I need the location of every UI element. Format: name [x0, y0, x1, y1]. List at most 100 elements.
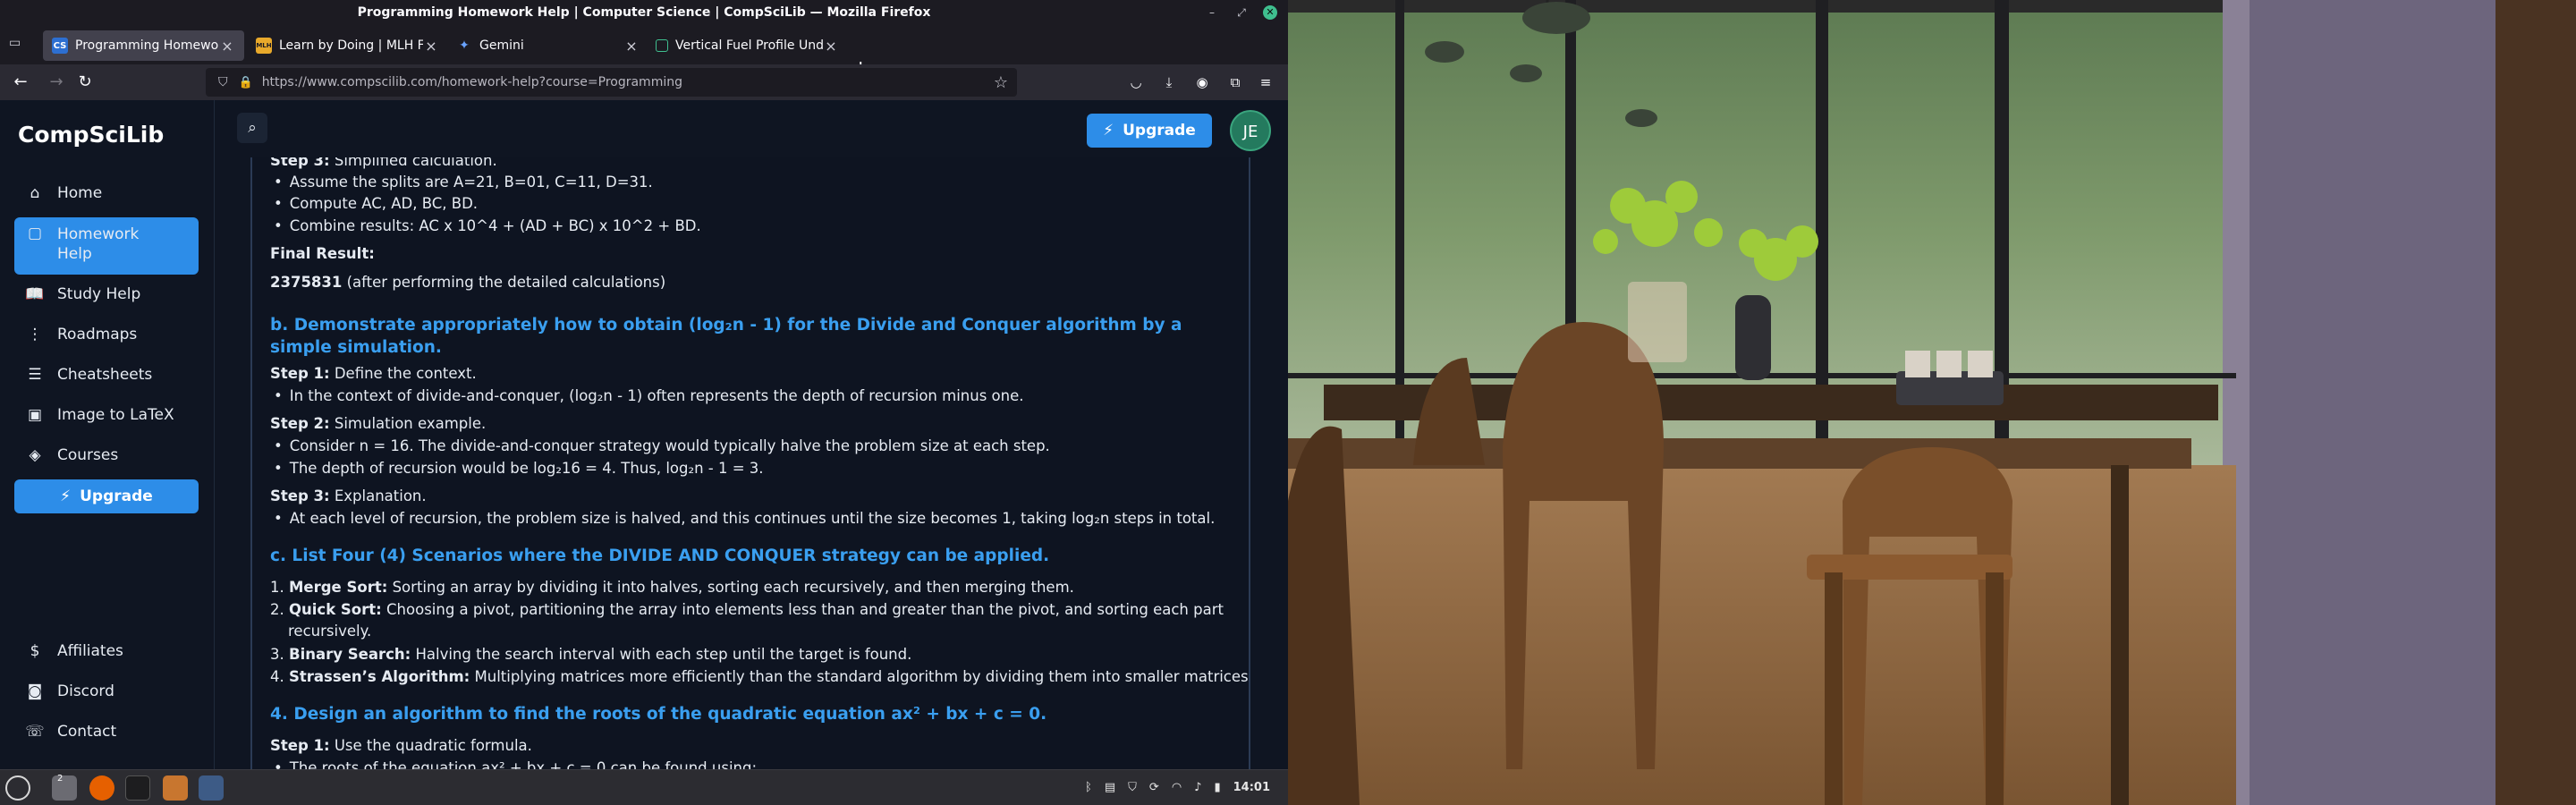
bullet-item: Consider n = 16. The divide-and-conquer …	[270, 437, 1050, 454]
menu-icon[interactable]: ≡	[1257, 73, 1275, 91]
tab-programming-homework[interactable]: CS Programming Homework H ×	[43, 30, 244, 61]
desktop-wallpaper	[1288, 0, 2576, 805]
dollar-icon: $	[30, 642, 40, 660]
sidebar-item-home[interactable]: ⌂ Home	[14, 175, 199, 211]
bullet-item: At each level of recursion, the problem …	[270, 510, 1216, 527]
extensions-icon[interactable]: ⧉	[1226, 73, 1244, 91]
sidebar-upgrade-button[interactable]: ⚡ Upgrade	[14, 479, 199, 513]
clock[interactable]: 14:01	[1233, 781, 1270, 794]
sidebar-item-label: Courses	[57, 446, 119, 464]
shield-icon[interactable]: ⛉	[1128, 781, 1137, 794]
sidebar-item-label: Home	[57, 184, 103, 202]
sidebar-item-label: Discord	[57, 682, 114, 700]
sidebar-item-affiliates[interactable]: $ Affiliates	[14, 633, 199, 669]
volume-icon[interactable]: ♪	[1194, 781, 1201, 794]
terminal-icon[interactable]	[125, 775, 150, 801]
pocket-icon[interactable]: ◡	[1127, 73, 1145, 91]
list-item: 2. Quick Sort: Choosing a pivot, partiti…	[270, 601, 1224, 618]
sidebar-item-label: Cheatsheets	[57, 366, 153, 384]
avatar[interactable]: JE	[1230, 110, 1271, 151]
bookmark-star-icon[interactable]: ☆	[994, 73, 1008, 92]
account-icon[interactable]: ◉	[1193, 73, 1211, 91]
sidebar-item-label: Roadmaps	[57, 326, 138, 343]
sidebar-item-roadmaps[interactable]: ⋮ Roadmaps	[14, 317, 199, 352]
list-item: 3. Binary Search: Halving the search int…	[270, 646, 912, 663]
sidebar-item-label: Affiliates	[57, 642, 123, 660]
window-title: Programming Homework Help | Computer Sci…	[357, 5, 931, 20]
bluetooth-icon[interactable]: ᛒ	[1085, 781, 1092, 794]
tab-label: Vertical Fuel Profile Unders	[675, 38, 823, 53]
url-text[interactable]: https://www.compscilib.com/homework-help…	[262, 75, 994, 89]
tab-gemini[interactable]: ✦ Gemini ×	[447, 30, 648, 61]
list-item: 1. Merge Sort: Sorting an array by divid…	[270, 579, 1074, 596]
bolt-icon: ⚡	[60, 487, 72, 505]
browser-window: Programming Homework Help | Computer Sci…	[0, 0, 1288, 769]
title-bar: Programming Homework Help | Computer Sci…	[0, 0, 1288, 25]
sidebar-item-contact[interactable]: ☏ Contact	[14, 714, 199, 750]
maximize-icon[interactable]: ⤢	[1234, 5, 1249, 20]
tab-vertical-fuel[interactable]: Vertical Fuel Profile Unders ×	[647, 30, 848, 61]
tab-close-icon[interactable]: ×	[623, 38, 640, 55]
section-heading: b. Demonstrate appropriately how to obta…	[270, 316, 1182, 357]
shield-icon[interactable]: ⛉	[218, 75, 228, 89]
clipboard-icon[interactable]: ▤	[1105, 781, 1115, 794]
courses-icon: ◈	[29, 446, 41, 464]
discord-icon: ◙	[27, 682, 43, 700]
sidebar-item-label: Homework Help	[57, 225, 140, 263]
step-line: Step 3: Simplified calculation.	[270, 157, 497, 169]
sidebar-item-discord[interactable]: ◙ Discord	[14, 674, 199, 709]
book-icon: 📖	[25, 285, 45, 303]
logo[interactable]: CompSciLib	[18, 122, 164, 148]
tab-close-icon[interactable]: ×	[219, 38, 235, 55]
bullet-item: The depth of recursion would be log₂16 =…	[270, 460, 764, 477]
sidebar-item-study-help[interactable]: 📖 Study Help	[14, 276, 199, 312]
sidebar-item-label: Image to LaTeX	[57, 406, 174, 424]
compscilib-favicon-icon: CS	[52, 38, 68, 54]
contact-icon: ☏	[25, 723, 45, 741]
back-icon[interactable]: ←	[10, 72, 31, 93]
upgrade-button[interactable]: ⚡ Upgrade	[1087, 114, 1212, 148]
sidebar-item-label: Contact	[57, 723, 117, 741]
cloud-icon[interactable]	[199, 775, 224, 801]
app-icon[interactable]	[163, 775, 188, 801]
wifi-icon[interactable]: ◠	[1172, 781, 1182, 794]
gemini-favicon-icon: ✦	[459, 38, 470, 53]
home-icon: ⌂	[30, 184, 40, 202]
start-menu-icon[interactable]	[5, 775, 30, 801]
sidebar-item-courses[interactable]: ◈ Courses	[14, 437, 199, 473]
search-icon[interactable]: ⌕	[237, 113, 267, 143]
cafe-interior-image	[1288, 0, 2576, 805]
sidebar-item-cheatsheets[interactable]: ☰ Cheatsheets	[14, 357, 199, 393]
tab-close-icon[interactable]: ×	[423, 38, 439, 55]
close-icon[interactable]: ✕	[1263, 5, 1277, 20]
final-result-value: 2375831 (after performing the detailed c…	[270, 274, 666, 291]
files-icon[interactable]: 2	[52, 774, 77, 801]
battery-icon[interactable]: ▮	[1214, 781, 1220, 794]
reload-icon[interactable]: ↻	[74, 72, 96, 93]
sidebar-item-homework-help[interactable]: ▢ Homework Help	[14, 217, 199, 275]
web-page: CompSciLib ⌂ Home ▢ Homework Help 📖 Stud…	[0, 100, 1288, 769]
step-line: Step 3: Explanation.	[270, 487, 427, 504]
tab-list-icon[interactable]: ▭	[9, 36, 27, 54]
tab-close-icon[interactable]: ×	[823, 38, 839, 55]
tab-label: Gemini	[479, 38, 524, 53]
step-line: Step 1: Use the quadratic formula.	[270, 737, 532, 754]
url-bar[interactable]: ⛉ 🔒 https://www.compscilib.com/homework-…	[206, 68, 1017, 97]
minimize-icon[interactable]: –	[1205, 5, 1219, 20]
mlh-favicon-icon: MLH	[256, 38, 272, 54]
bullet-item: In the context of divide-and-conquer, (l…	[270, 387, 1024, 404]
lock-icon[interactable]: 🔒	[239, 76, 253, 89]
forward-icon[interactable]: →	[46, 72, 67, 93]
tab-mlh[interactable]: MLH Learn by Doing | MLH Fello ×	[247, 30, 448, 61]
bullet-item: Combine results: AC x 10^4 + (AD + BC) x…	[270, 217, 701, 234]
list-item-continuation: recursively.	[288, 623, 372, 640]
image-icon: ▣	[27, 406, 43, 424]
top-bar: ⌕ ⚡ Upgrade JE	[215, 100, 1288, 157]
roadmap-icon: ⋮	[27, 326, 43, 343]
sidebar-item-image-to-latex[interactable]: ▣ Image to LaTeX	[14, 397, 199, 433]
download-icon[interactable]: ⤓	[1160, 73, 1178, 91]
taskbar: 2 ᛒ ▤ ⛉ ⟳ ◠ ♪ ▮ 14:01	[0, 769, 1288, 805]
sidebar: CompSciLib ⌂ Home ▢ Homework Help 📖 Stud…	[0, 100, 215, 769]
firefox-icon[interactable]	[89, 775, 114, 801]
update-icon[interactable]: ⟳	[1149, 781, 1159, 794]
